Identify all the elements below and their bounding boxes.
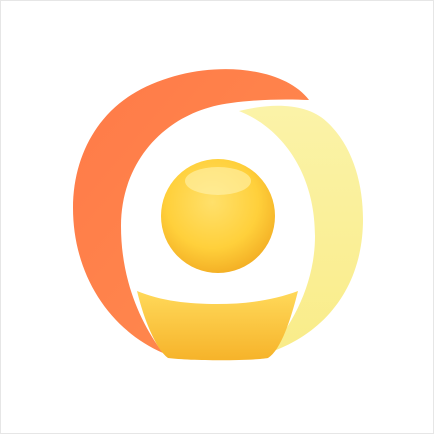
app-icon-canvas bbox=[0, 0, 434, 434]
head-highlight bbox=[185, 167, 251, 195]
app-logo-icon bbox=[73, 69, 363, 361]
body-shape bbox=[137, 291, 298, 361]
